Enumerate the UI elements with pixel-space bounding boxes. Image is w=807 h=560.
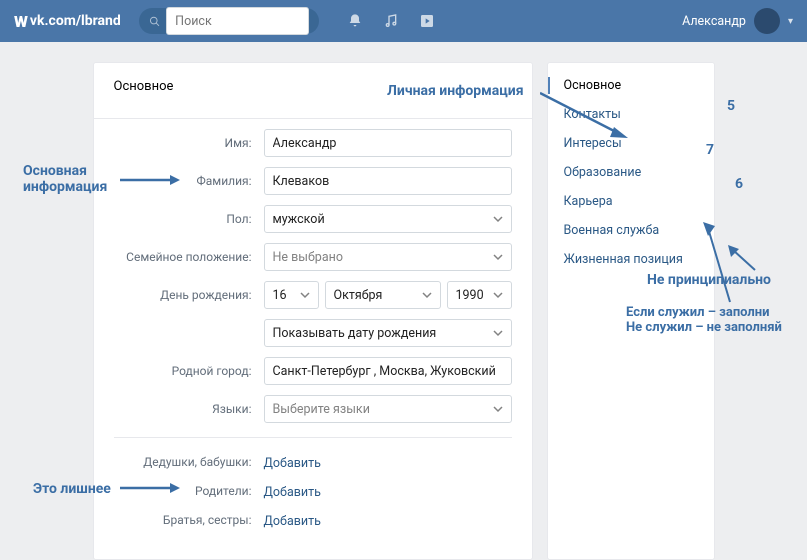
select-languages[interactable]: Выберите языки	[264, 395, 512, 423]
label-gender: Пол:	[114, 212, 264, 226]
add-parents-link[interactable]: Добавить	[264, 485, 321, 500]
search-icon	[149, 15, 160, 28]
row-siblings: Братья, сестры: Добавить	[114, 510, 512, 529]
input-name[interactable]	[264, 129, 512, 157]
sidebar-item-beliefs[interactable]: Жизненная позиция	[548, 245, 714, 274]
label-surname: Фамилия:	[114, 174, 264, 188]
sidebar-item-education[interactable]: Образование	[548, 158, 714, 187]
sidebar-item-main[interactable]: Основное	[548, 71, 714, 100]
play-icon[interactable]	[419, 13, 435, 29]
chevron-down-icon	[422, 290, 432, 300]
row-surname: Фамилия:	[114, 167, 512, 195]
chevron-down-icon	[300, 290, 310, 300]
add-siblings-link[interactable]: Добавить	[264, 514, 321, 529]
row-bday-visibility: Показывать дату рождения	[114, 319, 512, 347]
annotation-num-6: 6	[735, 176, 743, 192]
select-marital[interactable]: Не выбрано	[264, 243, 512, 271]
row-grandparents: Дедушки, бабушки: Добавить	[114, 452, 512, 471]
sidebar-item-contacts[interactable]: Контакты	[548, 100, 714, 129]
annotation-num-5: 5	[727, 98, 735, 114]
page-title: Основное	[94, 63, 532, 119]
row-parents: Родители: Добавить	[114, 481, 512, 500]
chevron-down-icon	[493, 290, 503, 300]
row-hometown: Родной город:	[114, 357, 512, 385]
label-languages: Языки:	[114, 402, 264, 416]
sidebar-nav: Основное Контакты Интересы Образование К…	[547, 62, 715, 560]
label-hometown: Родной город:	[114, 364, 264, 378]
sidebar-item-interests[interactable]: Интересы	[548, 129, 714, 158]
row-languages: Языки: Выберите языки	[114, 395, 512, 423]
bell-icon[interactable]	[347, 13, 363, 29]
site-logo[interactable]: W vk.com/lbrand	[14, 12, 121, 31]
url-text: vk.com/lbrand	[30, 13, 121, 29]
sidebar-item-military[interactable]: Военная служба	[548, 216, 714, 245]
search-box[interactable]	[139, 8, 319, 34]
select-gender-value: мужской	[273, 212, 325, 227]
label-name: Имя:	[114, 136, 264, 150]
label-parents: Родители:	[114, 484, 264, 498]
select-marital-value: Не выбрано	[273, 250, 343, 265]
divider	[114, 437, 512, 438]
header-icons	[347, 13, 435, 29]
chevron-down-icon	[493, 252, 503, 262]
avatar	[754, 8, 780, 34]
label-grandparents: Дедушки, бабушки:	[114, 455, 264, 469]
row-marital: Семейное положение: Не выбрано	[114, 243, 512, 271]
page-body: Основное Имя: Фамилия: Пол: мужской	[0, 42, 807, 560]
annotation-num-7: 7	[706, 142, 714, 158]
add-grandparents-link[interactable]: Добавить	[264, 456, 321, 471]
select-bday-year[interactable]: 1990	[447, 281, 512, 309]
select-bday-month[interactable]: Октября	[325, 281, 441, 309]
chevron-down-icon: ▾	[788, 16, 793, 27]
label-marital: Семейное положение:	[114, 250, 264, 264]
username: Александр	[682, 14, 746, 29]
music-icon[interactable]	[383, 13, 399, 29]
chevron-down-icon	[493, 404, 503, 414]
header-bar: W vk.com/lbrand Александр ▾	[0, 0, 807, 42]
form: Имя: Фамилия: Пол: мужской Семейное поло…	[94, 119, 532, 529]
main-form-panel: Основное Имя: Фамилия: Пол: мужской	[93, 62, 533, 560]
search-input[interactable]	[166, 7, 309, 35]
label-birthday: День рождения:	[114, 288, 264, 302]
label-siblings: Братья, сестры:	[114, 513, 264, 527]
sidebar-item-career[interactable]: Карьера	[548, 187, 714, 216]
select-bday-visibility[interactable]: Показывать дату рождения	[264, 319, 512, 347]
header-user[interactable]: Александр ▾	[682, 8, 793, 34]
vk-logo-icon: W	[14, 12, 28, 31]
chevron-down-icon	[493, 214, 503, 224]
row-name: Имя:	[114, 129, 512, 157]
row-gender: Пол: мужской	[114, 205, 512, 233]
select-gender[interactable]: мужской	[264, 205, 512, 233]
select-bday-day[interactable]: 16	[264, 281, 319, 309]
input-hometown[interactable]	[264, 357, 512, 385]
input-surname[interactable]	[264, 167, 512, 195]
chevron-down-icon	[493, 328, 503, 338]
row-birthday: День рождения: 16 Октября 1990	[114, 281, 512, 309]
